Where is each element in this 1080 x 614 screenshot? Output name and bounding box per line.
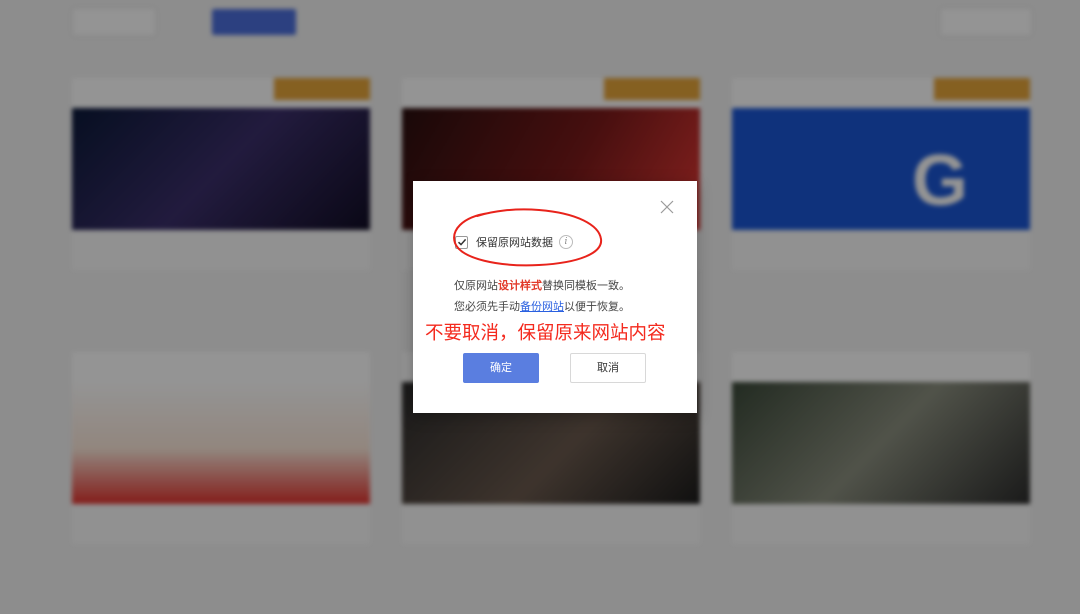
- desc1-emphasis: 设计样式: [498, 279, 542, 292]
- keep-data-checkbox[interactable]: [455, 235, 468, 249]
- description-line-2: 您必须先手动备份网站以便于恢复。: [454, 298, 630, 314]
- check-icon: [457, 238, 466, 246]
- desc2-prefix: 您必须先手动: [454, 300, 520, 313]
- confirm-button[interactable]: 确定: [463, 353, 539, 383]
- close-icon[interactable]: [659, 199, 675, 215]
- annotation-note: 不要取消，保留原来网站内容: [425, 323, 666, 344]
- cancel-button[interactable]: 取消: [570, 353, 646, 383]
- keep-data-label: 保留原网站数据: [476, 236, 553, 249]
- desc1-prefix: 仅原网站: [454, 279, 498, 292]
- replace-template-dialog: 保留原网站数据 i 仅原网站设计样式替换同模板一致。 您必须先手动备份网站以便于…: [413, 181, 697, 413]
- desc2-suffix: 以便于恢复。: [564, 300, 630, 313]
- description-line-1: 仅原网站设计样式替换同模板一致。: [454, 277, 630, 293]
- backup-website-link[interactable]: 备份网站: [520, 300, 564, 313]
- keep-data-option[interactable]: 保留原网站数据 i: [455, 233, 573, 251]
- desc1-suffix: 替换同模板一致。: [542, 279, 630, 292]
- info-icon[interactable]: i: [559, 235, 573, 249]
